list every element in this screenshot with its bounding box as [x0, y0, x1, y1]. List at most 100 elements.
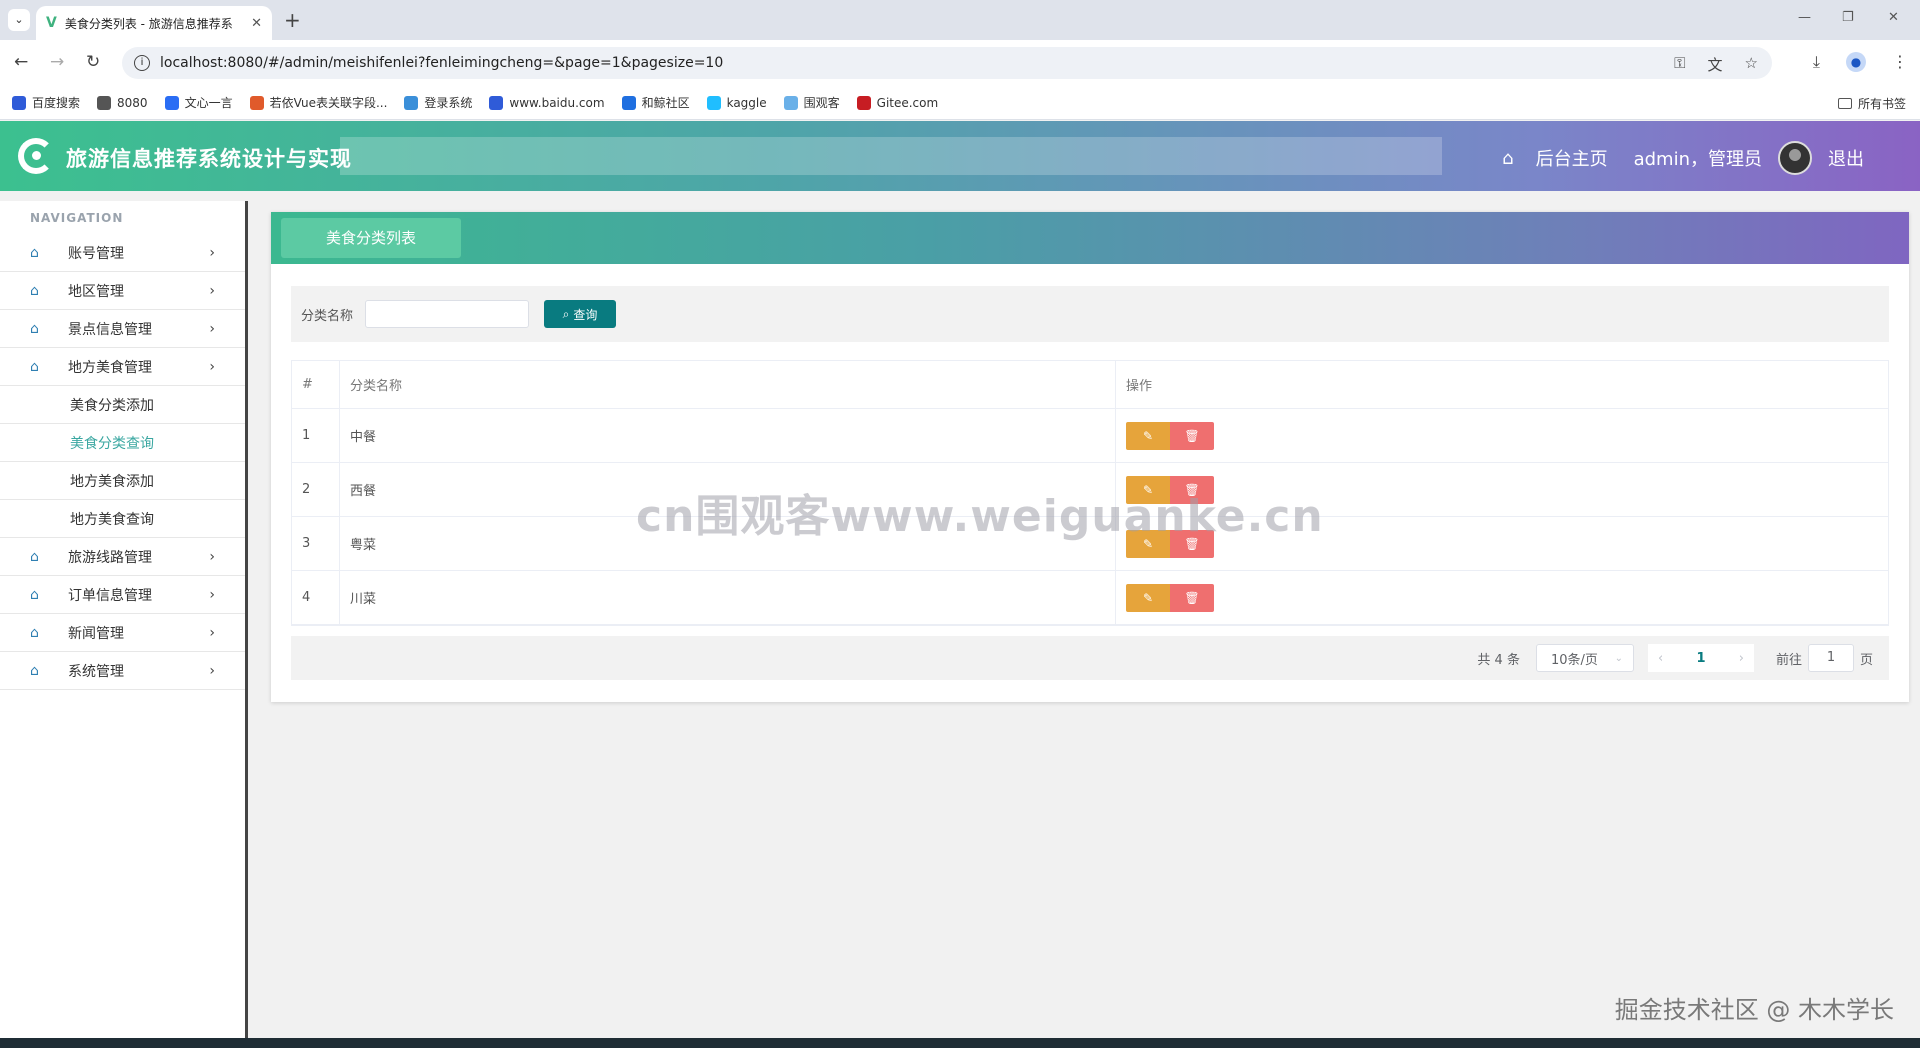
sidebar-item-label: 旅游线路管理	[68, 549, 152, 566]
sidebar-item[interactable]: ⌂ 账号管理 ›	[0, 234, 245, 272]
ruoyi-icon	[249, 95, 264, 110]
all-bookmarks[interactable]: 所有书签	[1837, 95, 1906, 112]
reload-icon[interactable]: ↻	[86, 52, 100, 72]
password-key-icon[interactable]: ⚿	[1674, 54, 1685, 75]
dashboard-link[interactable]: 后台主页	[1536, 145, 1608, 171]
sidebar-item[interactable]: ⌂ 景点信息管理 ›	[0, 310, 245, 348]
bookmark-item[interactable]: 8080	[97, 94, 148, 111]
sidebar-item-label: 账号管理	[68, 245, 124, 262]
edit-button[interactable]: ✎	[1126, 583, 1170, 612]
bookmark-item[interactable]: www.baidu.com	[489, 94, 605, 111]
home-icon: ⌂	[30, 358, 39, 375]
page-size-select[interactable]: 10条/页 ⌄	[1535, 644, 1634, 672]
tab-food-category-list[interactable]: 美食分类列表	[281, 218, 461, 258]
sidebar-item[interactable]: ⌂ 旅游线路管理 ›	[0, 538, 245, 576]
taskbar	[0, 1038, 1920, 1048]
sidebar-item-label: 地方美食管理	[68, 359, 152, 376]
delete-button[interactable]: 🗑	[1170, 583, 1214, 612]
download-icon[interactable]: ⤓	[1813, 52, 1820, 72]
home-icon: ⌂	[30, 244, 39, 261]
sidebar-subitem[interactable]: 地方美食添加	[0, 462, 245, 500]
sidebar-item-label: 新闻管理	[68, 625, 124, 642]
minimize-icon[interactable]: —	[1798, 10, 1811, 25]
logo-icon	[18, 138, 54, 174]
browser-toolbar: ← → ↻ i localhost:8080/#/admin/meishifen…	[0, 40, 1920, 86]
row-actions: ✎ 🗑	[1116, 409, 1888, 462]
tab-list-button[interactable]: ⌄	[8, 9, 30, 31]
sidebar-item-label: 订单信息管理	[68, 587, 152, 604]
prev-page-icon[interactable]: ‹	[1658, 651, 1663, 666]
close-window-icon[interactable]: ✕	[1888, 10, 1899, 25]
bookmark-item[interactable]: 登录系统	[404, 94, 472, 111]
chevron-right-icon: ›	[209, 282, 215, 299]
tab-close-icon[interactable]: ✕	[251, 16, 262, 31]
all-bookmarks-label: 所有书签	[1857, 97, 1906, 111]
pagination: 共 4 条 10条/页 ⌄ ‹ 1 › 前往 1 页	[291, 636, 1889, 680]
table-row: 1 中餐 ✎ 🗑	[292, 409, 1888, 463]
chevron-down-icon: ⌄	[1614, 652, 1623, 664]
chevron-right-icon: ›	[209, 548, 215, 565]
sidebar-item-label: 景点信息管理	[68, 321, 152, 338]
sidebar-item[interactable]: ⌂ 地方美食管理 ›	[0, 348, 245, 386]
restore-icon[interactable]: ❐	[1842, 10, 1854, 25]
translate-icon[interactable]: 文	[1708, 54, 1723, 75]
back-icon[interactable]: ←	[14, 52, 28, 72]
sidebar-subitem[interactable]: 美食分类查询	[0, 424, 245, 462]
logout-link[interactable]: 退出	[1828, 145, 1864, 171]
bookmark-item[interactable]: kaggle	[706, 94, 767, 111]
sidebar-subitem-label: 地方美食查询	[70, 511, 154, 528]
delete-button[interactable]: 🗑	[1170, 421, 1214, 450]
row-category-name: 川菜	[340, 571, 1116, 624]
page-unit-label: 页	[1859, 652, 1873, 668]
sidebar-menu: ⌂ 账号管理 › ⌂ 地区管理 › ⌂ 景点信息管理 › ⌂ 地方美食管理 › 美食分类添加 美食分类查询…	[0, 234, 245, 690]
bookmark-item[interactable]: 围观客	[783, 94, 840, 111]
url-text[interactable]: localhost:8080/#/admin/meishifenlei?fenl…	[160, 55, 723, 71]
browser-tab[interactable]: V 美食分类列表 - 旅游信息推荐系 ✕	[36, 6, 272, 40]
bookmark-star-icon[interactable]: ☆	[1745, 54, 1758, 75]
sidebar-subitem[interactable]: 地方美食查询	[0, 500, 245, 538]
forward-icon[interactable]: →	[50, 52, 64, 72]
category-name-input[interactable]	[365, 300, 530, 328]
address-bar[interactable]: i localhost:8080/#/admin/meishifenlei?fe…	[122, 47, 1772, 79]
goto-page-input[interactable]: 1	[1807, 644, 1854, 672]
next-page-icon[interactable]: ›	[1739, 651, 1744, 666]
tab-title: 美食分类列表 - 旅游信息推荐系	[64, 16, 233, 31]
paw-icon	[489, 95, 504, 110]
globe-icon	[97, 95, 112, 110]
sidebar-item[interactable]: ⌂ 系统管理 ›	[0, 652, 245, 690]
search-button-label: 查询	[573, 307, 598, 322]
site-info-icon[interactable]: i	[134, 55, 150, 71]
bookmark-item[interactable]: 和鲸社区	[621, 94, 690, 111]
sidebar-item[interactable]: ⌂ 地区管理 ›	[0, 272, 245, 310]
current-page[interactable]: 1	[1696, 651, 1705, 666]
header-actions: 操作	[1126, 379, 1153, 394]
bookmark-item[interactable]: 百度搜索	[12, 94, 80, 111]
home-icon[interactable]: ⌂	[1502, 148, 1513, 169]
bookmark-item[interactable]: Gitee.com	[856, 94, 938, 111]
sidebar-item[interactable]: ⌂ 新闻管理 ›	[0, 614, 245, 652]
home-icon: ⌂	[30, 282, 39, 299]
new-tab-button[interactable]: +	[284, 8, 301, 32]
weiguanke-icon	[783, 95, 798, 110]
user-label: admin，管理员	[1633, 149, 1762, 170]
kaggle-icon	[706, 95, 721, 110]
bookmark-item[interactable]: 若依Vue表关联字段...	[249, 94, 387, 111]
chevron-right-icon: ›	[209, 358, 215, 375]
row-index: 2	[292, 463, 340, 516]
bookmark-label: 百度搜索	[32, 96, 81, 110]
search-button[interactable]: ⌕ 查询	[544, 300, 617, 328]
bookmark-label: 8080	[117, 95, 148, 110]
sidebar-item[interactable]: ⌂ 订单信息管理 ›	[0, 576, 245, 614]
row-index: 1	[292, 409, 340, 462]
bookmark-item[interactable]: 文心一言	[164, 94, 233, 111]
browser-menu-icon[interactable]: ⋮	[1892, 52, 1908, 72]
row-category-name: 中餐	[340, 409, 1116, 462]
header-category-name: 分类名称	[340, 361, 1116, 408]
avatar[interactable]	[1778, 141, 1812, 175]
chevron-right-icon: ›	[209, 624, 215, 641]
search-label: 分类名称	[301, 308, 354, 324]
bookmark-label: www.baidu.com	[509, 95, 605, 110]
sidebar-subitem[interactable]: 美食分类添加	[0, 386, 245, 424]
edit-button[interactable]: ✎	[1126, 421, 1170, 450]
profile-icon[interactable]: ●	[1846, 52, 1866, 72]
